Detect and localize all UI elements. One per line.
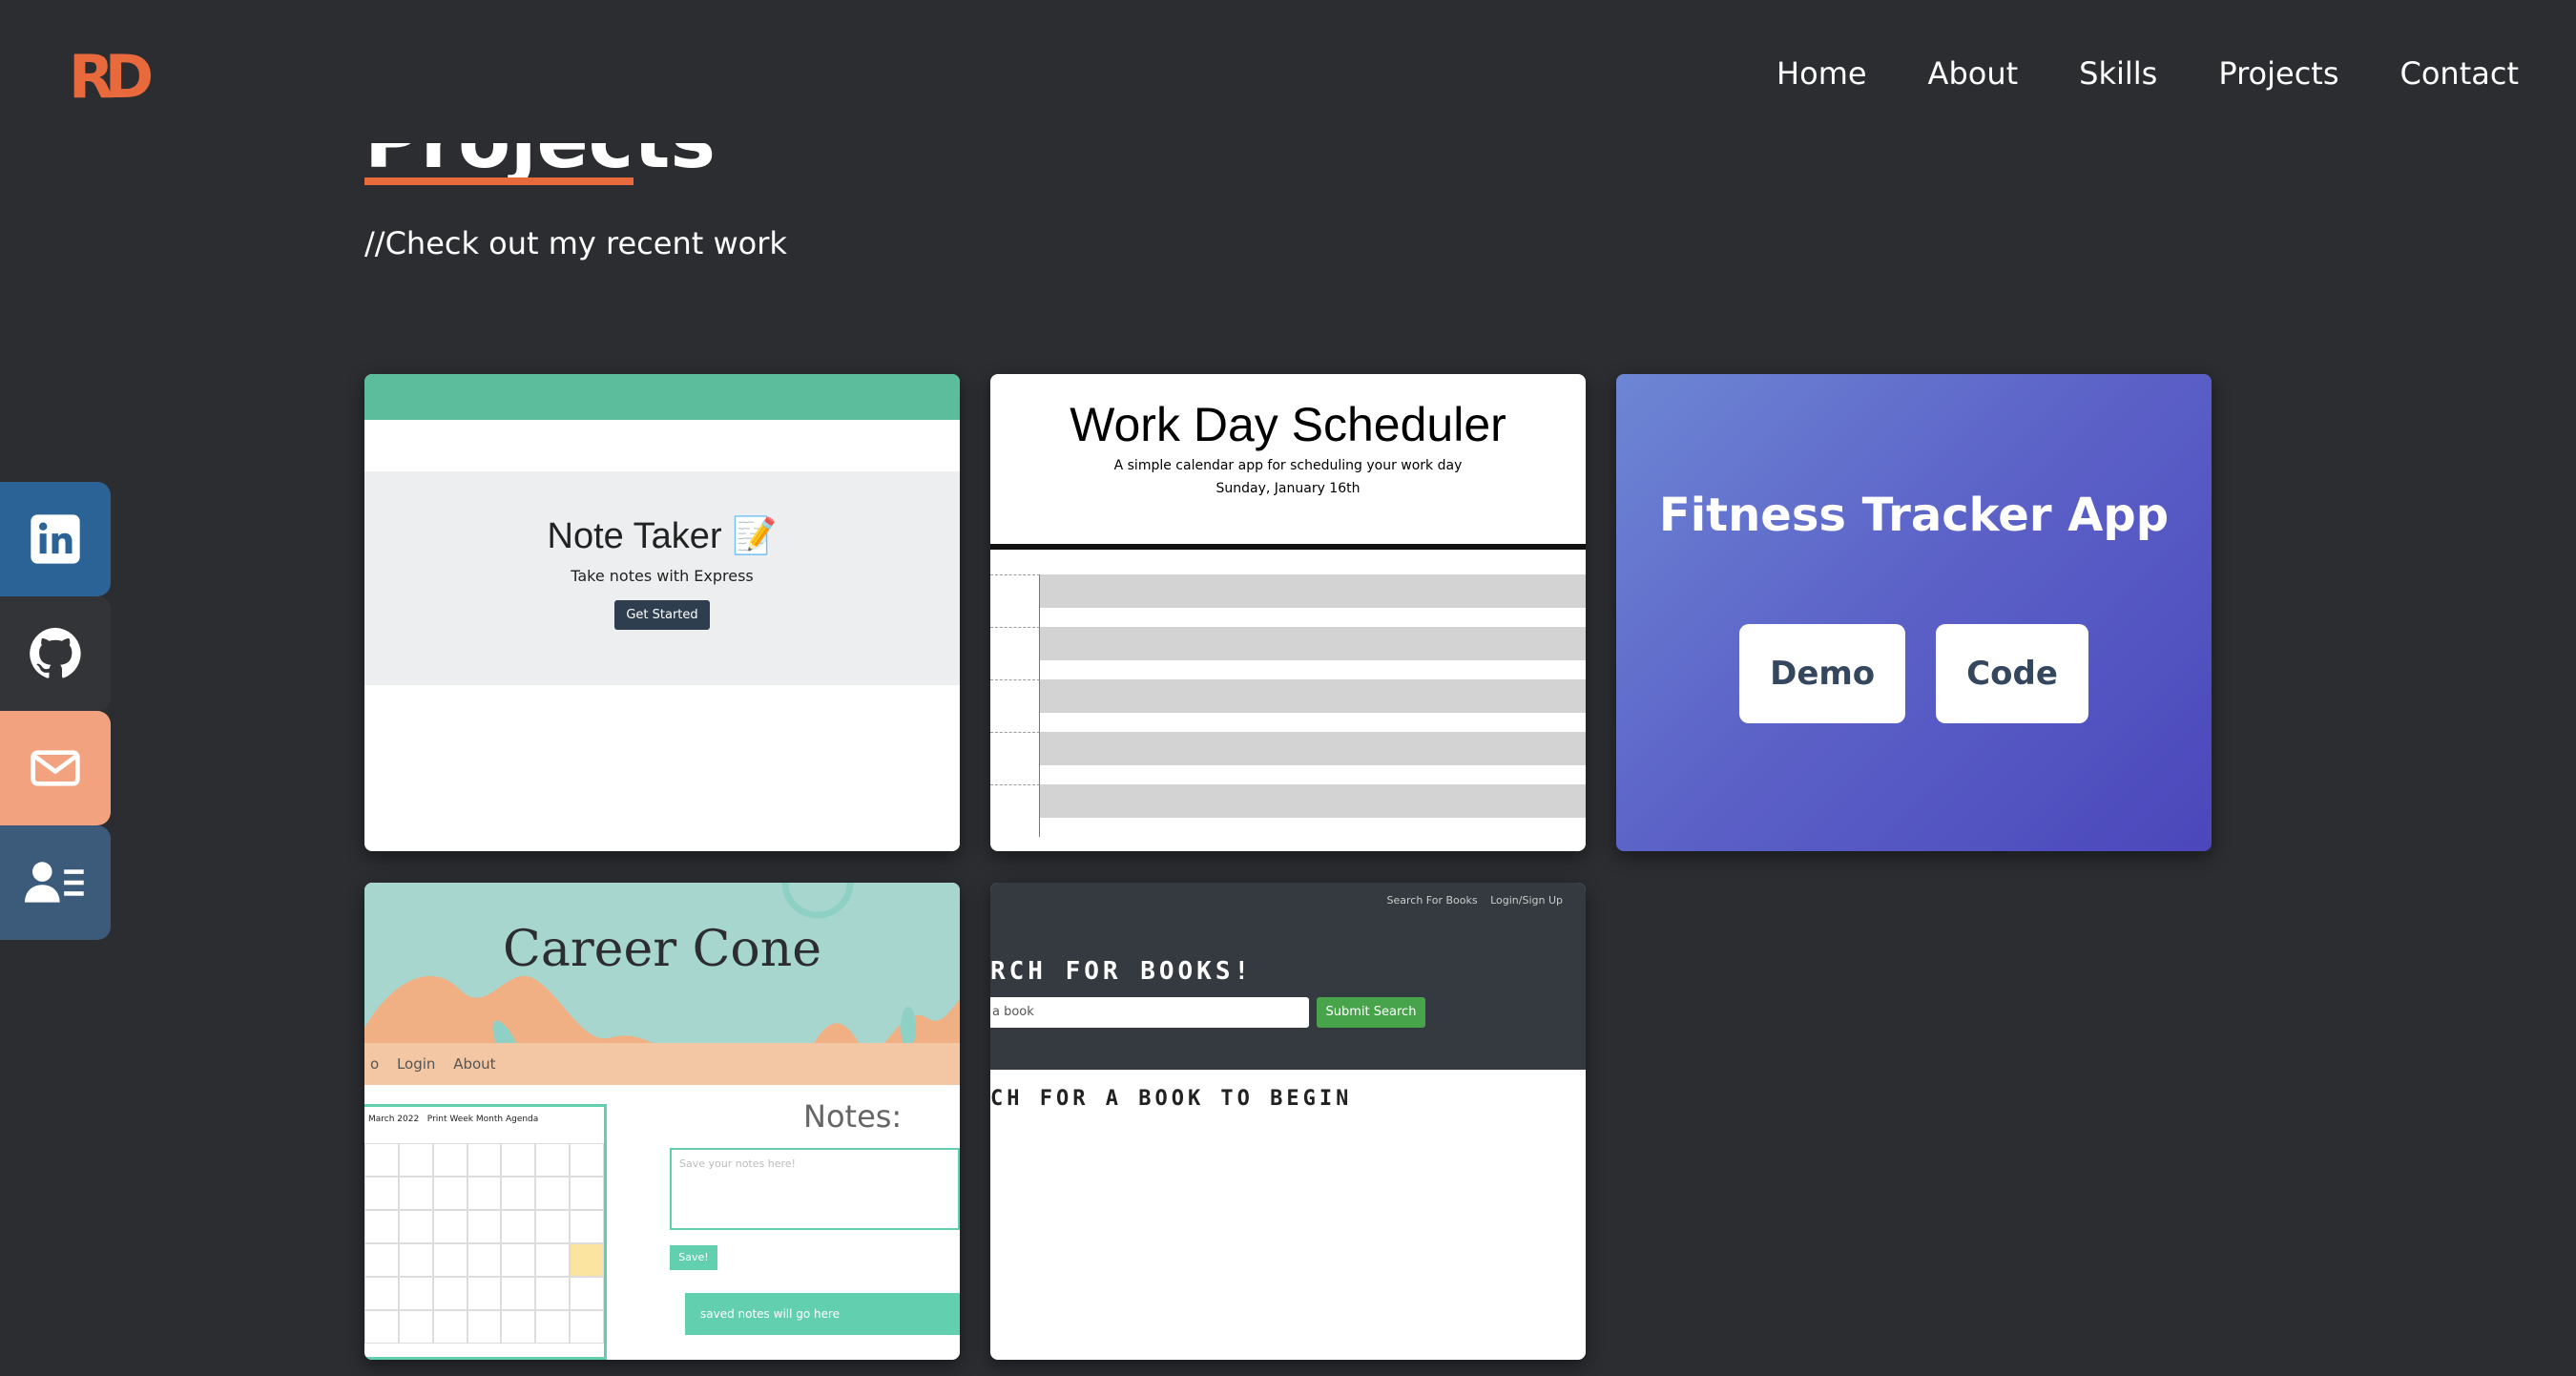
- title-underline: [364, 177, 634, 185]
- book-search-input: a book: [990, 997, 1309, 1028]
- calendar-views: Print Week Month Agenda: [426, 1115, 539, 1124]
- book-nav-login: Login/Sign Up: [1490, 894, 1563, 907]
- site-logo[interactable]: RD: [69, 42, 154, 112]
- mail-icon: [31, 750, 80, 786]
- scheduler-divider: [990, 544, 1586, 550]
- book-nav-search: Search For Books: [1386, 894, 1478, 907]
- demo-button[interactable]: Demo: [1739, 624, 1906, 723]
- fitness-tracker-title: Fitness Tracker App: [1658, 489, 2170, 542]
- social-sidebar: [0, 482, 111, 940]
- career-cone-nav-item: o: [370, 1055, 380, 1073]
- note-taker-navbar: [364, 374, 960, 420]
- github-button[interactable]: [0, 596, 111, 711]
- save-notes-button: Save!: [670, 1245, 717, 1270]
- career-cone-nav-login: Login: [396, 1055, 436, 1073]
- resume-button[interactable]: [0, 825, 111, 940]
- nav-skills[interactable]: Skills: [2079, 55, 2157, 92]
- fitness-tracker-actions: Demo Code: [1616, 624, 2212, 723]
- saved-notes-area: saved notes will go here: [685, 1293, 960, 1335]
- career-cone-circle-art: [781, 883, 854, 919]
- time-block: [990, 679, 1586, 732]
- career-cone-nav-about: About: [453, 1055, 496, 1073]
- github-icon: [30, 627, 81, 678]
- linkedin-button[interactable]: [0, 482, 111, 596]
- scheduler-title: Work Day Scheduler: [1070, 398, 1506, 451]
- note-taker-hero: Note Taker 📝 Take notes with Express Get…: [364, 471, 960, 685]
- project-card-work-day-scheduler[interactable]: Work Day Scheduler A simple calendar app…: [990, 374, 1586, 851]
- scheduler-date: Sunday, January 16th: [1215, 481, 1361, 496]
- book-search-message: CH FOR A BOOK TO BEGIN: [990, 1087, 1353, 1111]
- scheduler-subtitle: A simple calendar app for scheduling you…: [1113, 458, 1463, 473]
- project-card-note-taker[interactable]: Note Taker 📝 Take notes with Express Get…: [364, 374, 960, 851]
- career-cone-calendar: March 2022 Print Week Month Agenda: [364, 1104, 607, 1360]
- mail-button[interactable]: [0, 711, 111, 825]
- career-cone-nav: o Login About: [364, 1043, 960, 1085]
- nav-contact[interactable]: Contact: [2400, 55, 2520, 92]
- get-started-button: Get Started: [614, 600, 710, 630]
- code-button[interactable]: Code: [1936, 624, 2088, 723]
- time-block: [990, 627, 1586, 679]
- career-cone-title: Career Cone: [503, 921, 821, 978]
- book-search-title: RCH FOR BOOKS!: [990, 957, 1254, 986]
- calendar-header: March 2022 Print Week Month Agenda: [364, 1107, 604, 1132]
- time-block: [990, 574, 1586, 627]
- project-card-career-cone[interactable]: Career Cone o Login About March 2022 Pri…: [364, 883, 960, 1360]
- resume-icon: [25, 862, 84, 903]
- calendar-month: March 2022: [368, 1115, 420, 1124]
- linkedin-icon: [31, 514, 80, 564]
- nav-projects[interactable]: Projects: [2218, 55, 2338, 92]
- note-taker-subtitle: Take notes with Express: [571, 567, 754, 585]
- site-header: RD Home About Skills Projects Contact: [0, 0, 2576, 143]
- time-block: [990, 732, 1586, 784]
- main-nav: Home About Skills Projects Contact: [1776, 55, 2519, 92]
- project-card-fitness-tracker[interactable]: Fitness Tracker App Demo Code: [1616, 374, 2212, 851]
- note-taker-title: Note Taker 📝: [547, 516, 778, 556]
- book-search-nav: Search For Books Login/Sign Up: [1378, 894, 1564, 907]
- notes-textarea: Save your notes here!: [670, 1148, 960, 1230]
- nav-about[interactable]: About: [1928, 55, 2019, 92]
- submit-search-button: Submit Search: [1317, 997, 1425, 1028]
- nav-home[interactable]: Home: [1776, 55, 1867, 92]
- scheduler-rows: [990, 574, 1586, 837]
- project-card-book-search[interactable]: Search For Books Login/Sign Up RCH FOR B…: [990, 883, 1586, 1360]
- scheduler-header: Work Day Scheduler A simple calendar app…: [990, 374, 1586, 544]
- time-block: [990, 784, 1586, 837]
- section-subtitle: //Check out my recent work: [364, 225, 787, 261]
- notes-title: Notes:: [803, 1098, 903, 1135]
- book-search-header: Search For Books Login/Sign Up RCH FOR B…: [990, 883, 1586, 1070]
- calendar-grid: [364, 1143, 604, 1344]
